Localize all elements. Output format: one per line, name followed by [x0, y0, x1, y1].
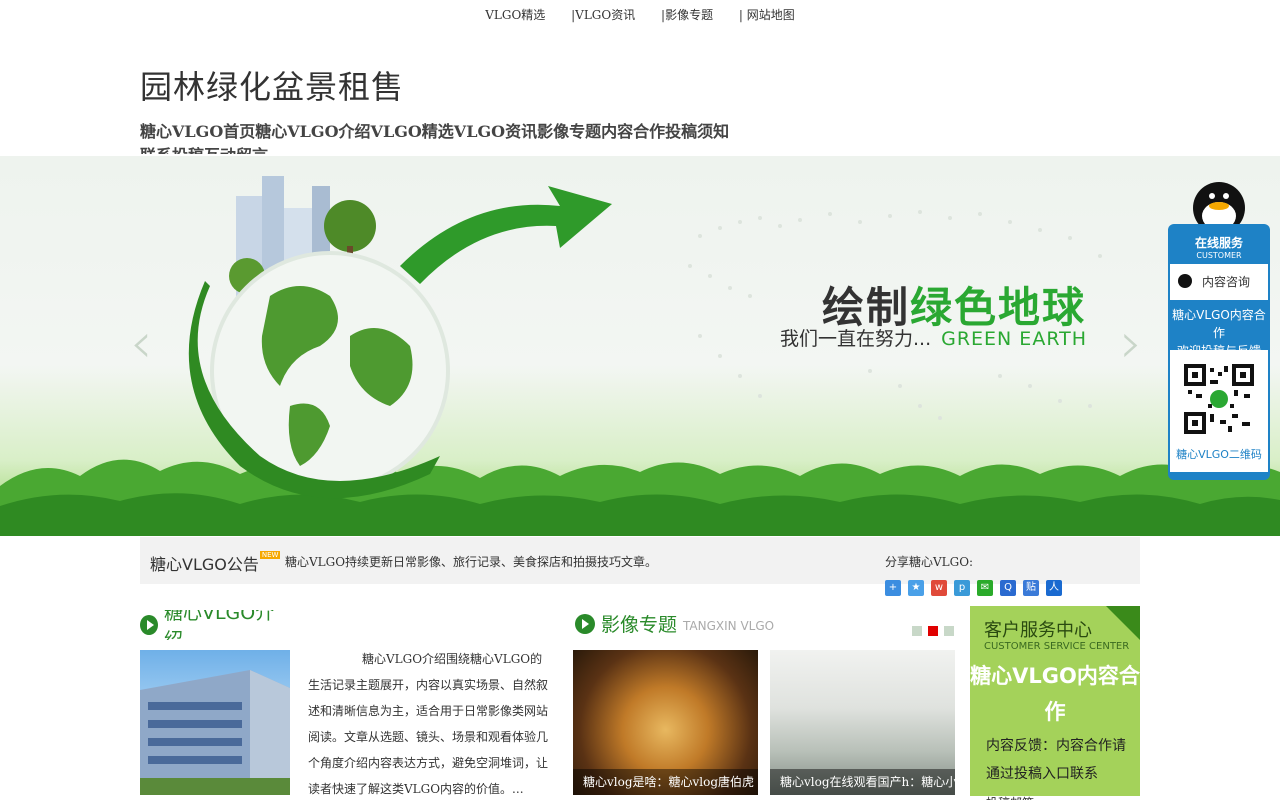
- topnav-link-video-topics[interactable]: |影像专题: [661, 6, 713, 23]
- qr-code-label: 糖心VLGO二维码: [1176, 448, 1262, 461]
- service-title-en: CUSTOMER SERVICE CENTER: [984, 641, 1130, 652]
- play-circle-icon: [140, 615, 158, 635]
- corner-decoration: [1106, 606, 1140, 640]
- consult-label: 内容咨询: [1202, 275, 1251, 289]
- message-line-1: 糖心VLGO内容合作: [1172, 308, 1266, 340]
- topnav-link-vlgo-picks[interactable]: VLGO精选: [485, 6, 545, 23]
- share-qzone-icon[interactable]: ★: [908, 580, 924, 596]
- about-heading[interactable]: 糖心VLGO介绍: [140, 610, 280, 640]
- penguin-icon: [1188, 182, 1250, 228]
- share-more-icon[interactable]: +: [885, 580, 901, 596]
- service-headline: 糖心VLGO内容合作: [970, 664, 1140, 724]
- carousel-dot[interactable]: [944, 626, 954, 636]
- share-icons: + ★ w p ✉ Q 贴 人: [885, 580, 1062, 596]
- about-text: 糖心VLGO介绍围绕糖心VLGO的生活记录主题展开，内容以真实场景、自然叙述和清…: [308, 652, 549, 796]
- online-service-header: 在线服务 CUSTOMER: [1168, 224, 1270, 262]
- topnav-link-sitemap[interactable]: | 网站地图: [739, 6, 795, 23]
- customer-service-box: 客户服务中心 CUSTOMER SERVICE CENTER 糖心VLGO内容合…: [970, 606, 1140, 796]
- play-circle-icon: [575, 613, 595, 634]
- online-service-title-en: CUSTOMER: [1196, 251, 1242, 260]
- carousel-dots: [912, 626, 954, 636]
- video-title-en: TANGXIN VLGO: [683, 618, 775, 633]
- carousel-dot[interactable]: [912, 626, 922, 636]
- online-service-panel: 在线服务 CUSTOMER 内容咨询 糖心VLGO内容合作 欢迎投稿与反馈 糖心…: [1168, 178, 1271, 480]
- notice-title-text: 糖心VLGO公告: [150, 555, 259, 574]
- video-card[interactable]: 糖心vlog在线观看国产h：糖心小: [770, 650, 955, 795]
- topnav-link-vlgo-news[interactable]: |VLGO资讯: [571, 6, 635, 23]
- consult-button[interactable]: 内容咨询: [1170, 264, 1268, 300]
- banner-subtitle-cn: 我们一直在努力...: [780, 328, 932, 350]
- site-title[interactable]: 园林绿化盆景租售: [140, 62, 404, 108]
- hero-banner: ‹ › 绘制绿色地球 我们一直在努力... GREEN EARTH: [0, 156, 1280, 536]
- service-more: 投稿邮箱: [986, 794, 1034, 800]
- notice-text[interactable]: 糖心VLGO持续更新日常影像、旅行记录、美食探店和拍摄技巧文章。: [285, 553, 657, 570]
- video-card-caption[interactable]: 糖心vlog是啥：糖心vlog唐伯虎: [573, 769, 758, 795]
- share-weibo-icon[interactable]: w: [931, 580, 947, 596]
- share-tqq-icon[interactable]: p: [954, 580, 970, 596]
- service-title: 客户服务中心: [984, 620, 1092, 641]
- video-title: 影像专题: [601, 614, 678, 636]
- building-illustration: [140, 670, 290, 795]
- share-label: 分享糖心VLGO:: [885, 555, 974, 569]
- notice-bar: 糖心VLGO公告 NEW 糖心VLGO持续更新日常影像、旅行记录、美食探店和拍摄技…: [140, 537, 1140, 584]
- new-badge: NEW: [259, 551, 281, 559]
- video-heading[interactable]: 影像专题 TANGXIN VLGO: [575, 610, 774, 637]
- share-wechat-icon[interactable]: ✉: [977, 580, 993, 596]
- top-nav: VLGO精选 |VLGO资讯 |影像专题 | 网站地图: [0, 6, 1280, 26]
- banner-next-arrow[interactable]: ›: [1120, 311, 1142, 376]
- main-nav[interactable]: 糖心VLGO首页糖心VLGO介绍VLGO精选VLGO资讯影像专题内容合作投稿须知…: [140, 120, 740, 154]
- share-qq-icon[interactable]: Q: [1000, 580, 1016, 596]
- banner-graphic: [0, 176, 1280, 536]
- notice-title: 糖心VLGO公告 NEW: [150, 551, 281, 575]
- about-title: 糖心VLGO介绍: [163, 610, 275, 640]
- banner-subtitle: 我们一直在努力... GREEN EARTH: [780, 324, 1087, 351]
- share-tieba-icon[interactable]: 贴: [1023, 580, 1039, 596]
- banner-subtitle-en: GREEN EARTH: [941, 328, 1088, 350]
- service-text: 内容反馈：内容合作请通过投稿入口联系: [986, 738, 1126, 782]
- video-card[interactable]: 糖心vlog是啥：糖心vlog唐伯虎: [573, 650, 758, 795]
- qr-code-icon: [1184, 364, 1254, 434]
- online-service-title: 在线服务: [1194, 236, 1243, 250]
- qq-icon: [1178, 274, 1192, 288]
- share-renren-icon[interactable]: 人: [1046, 580, 1062, 596]
- video-card-caption[interactable]: 糖心vlog在线观看国产h：糖心小: [770, 769, 955, 795]
- banner-prev-arrow[interactable]: ‹: [130, 311, 152, 376]
- about-image[interactable]: [140, 650, 290, 795]
- carousel-dot-active[interactable]: [928, 626, 938, 636]
